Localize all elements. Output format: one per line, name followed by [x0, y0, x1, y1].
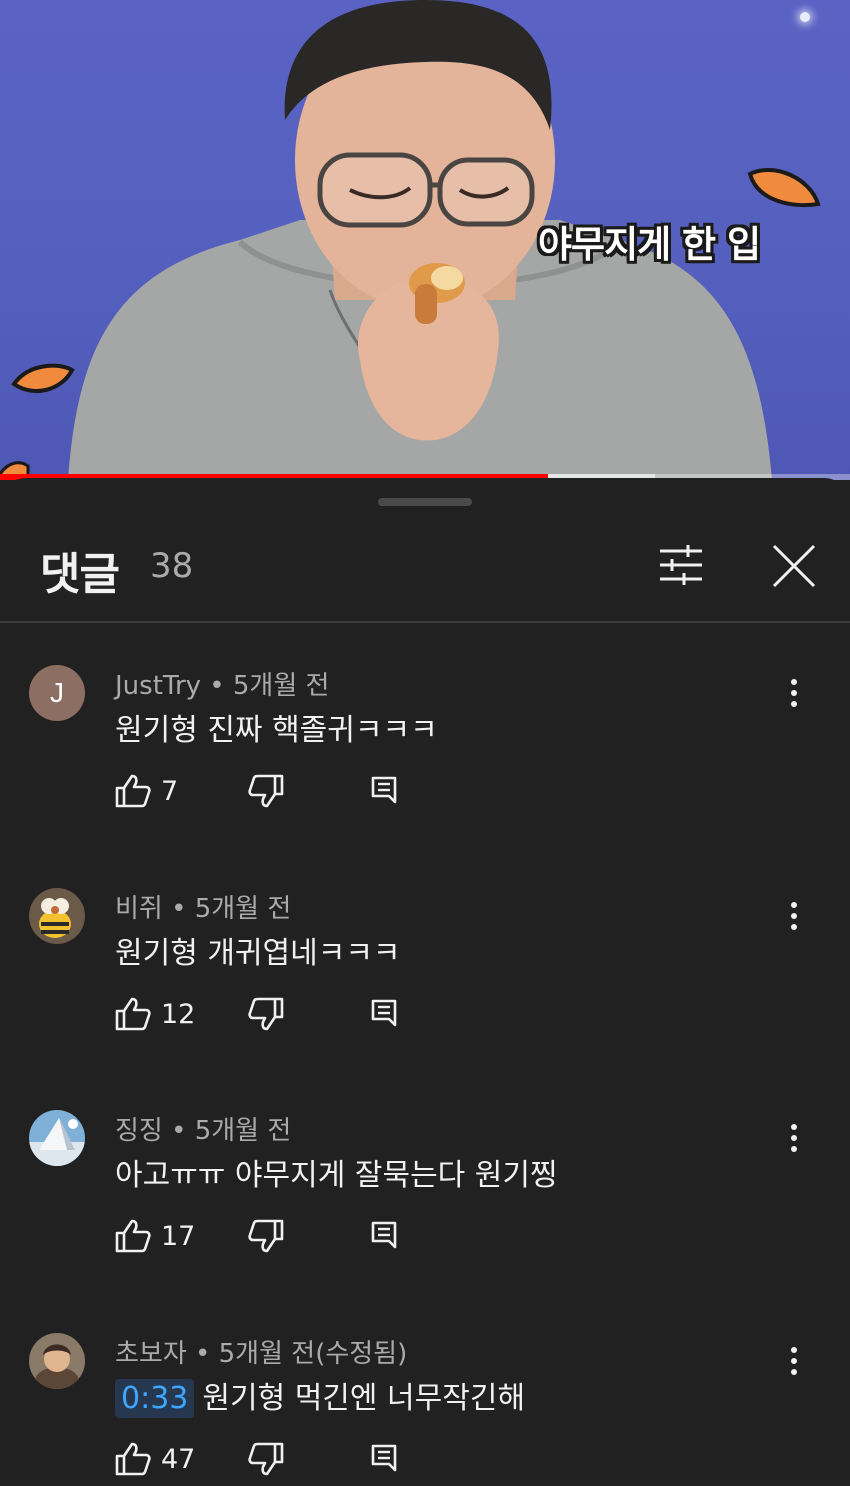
- thumbs-up-icon: [115, 1219, 151, 1253]
- reply-icon: [371, 999, 397, 1027]
- video-player[interactable]: 야무지게 한 입: [0, 0, 850, 480]
- more-vert-icon-dot: [791, 1146, 797, 1152]
- comment-author-time: 비쥐 • 5개월 전: [115, 894, 292, 924]
- reply-button[interactable]: [367, 1218, 401, 1252]
- more-vert-icon: [791, 679, 797, 685]
- comment-author-time: 초보자 • 5개월 전(수정됨): [115, 1339, 408, 1369]
- comment-body: 아고ㅠㅠ 야무지게 잘묵는다 원기찡: [115, 1158, 558, 1193]
- more-vert-icon: [791, 1347, 797, 1353]
- comments-panel: 댓글 38 J JustTry • 5개월 전 원기형 진짜 핵졸귀ㅋㅋㅋ 7 …: [0, 478, 850, 1486]
- reply-icon: [371, 776, 397, 804]
- more-options-button[interactable]: [780, 1341, 808, 1381]
- more-vert-icon-dot: [791, 701, 797, 707]
- reply-icon: [371, 1221, 397, 1249]
- more-vert-icon-dot: [791, 690, 797, 696]
- thumbs-down-icon: [248, 1442, 284, 1476]
- comment-body: 원기형 개귀엽네ㅋㅋㅋ: [115, 936, 401, 971]
- more-options-button[interactable]: [780, 673, 808, 713]
- comment-author-time: 징징 • 5개월 전: [115, 1116, 292, 1146]
- more-options-button[interactable]: [780, 1118, 808, 1158]
- more-options-button[interactable]: [780, 896, 808, 936]
- dislike-button[interactable]: [246, 1439, 286, 1479]
- comment-body: 원기형 먹긴엔 너무작긴해: [202, 1381, 526, 1416]
- reply-button[interactable]: [367, 1441, 401, 1475]
- comment-body: 원기형 진짜 핵졸귀ㅋㅋㅋ: [115, 713, 438, 748]
- more-vert-icon: [791, 1124, 797, 1130]
- like-button[interactable]: 47: [115, 1439, 195, 1479]
- comment-item: 징징 • 5개월 전 아고ㅠㅠ 야무지게 잘묵는다 원기찡 17: [0, 1110, 850, 1332]
- comment-actions: 12: [115, 994, 815, 1034]
- close-button[interactable]: [766, 538, 822, 594]
- thumbs-down-icon: [248, 997, 284, 1031]
- like-button[interactable]: 17: [115, 1216, 195, 1256]
- thumbs-down-icon: [248, 1219, 284, 1253]
- sort-filter-icon: [660, 545, 702, 585]
- reply-icon: [371, 1444, 397, 1472]
- avatar[interactable]: [29, 1110, 85, 1166]
- video-caption: 야무지게 한 입: [538, 223, 761, 266]
- dislike-button[interactable]: [246, 994, 286, 1034]
- like-count: 7: [161, 775, 179, 807]
- comment-text: 원기형 진짜 핵졸귀ㅋㅋㅋ: [115, 705, 438, 749]
- timestamp-link[interactable]: 0:33: [115, 1379, 195, 1418]
- more-vert-icon-dot: [791, 913, 797, 919]
- comment-text: 원기형 개귀엽네ㅋㅋㅋ: [115, 928, 401, 972]
- thumbs-up-icon: [115, 997, 151, 1031]
- close-icon: [772, 544, 816, 588]
- avatar-image: [29, 1110, 85, 1166]
- more-vert-icon: [791, 902, 797, 908]
- avatar[interactable]: J: [29, 665, 85, 721]
- like-count: 47: [161, 1443, 196, 1475]
- dislike-button[interactable]: [246, 1216, 286, 1256]
- comment-item: J JustTry • 5개월 전 원기형 진짜 핵졸귀ㅋㅋㅋ 7: [0, 665, 850, 887]
- avatar-image: [29, 1333, 85, 1389]
- thumbs-down-icon: [248, 774, 284, 808]
- like-count: 12: [161, 998, 196, 1030]
- comment-actions: 17: [115, 1216, 815, 1256]
- more-vert-icon-dot: [791, 924, 797, 930]
- avatar[interactable]: [29, 1333, 85, 1389]
- comments-title: 댓글: [40, 549, 120, 600]
- comment-actions: 47: [115, 1439, 815, 1479]
- reply-button[interactable]: [367, 996, 401, 1030]
- comments-header: 댓글 38: [0, 530, 850, 620]
- more-vert-icon-dot: [791, 1135, 797, 1141]
- like-button[interactable]: 7: [115, 771, 178, 811]
- thumbs-up-icon: [115, 1442, 151, 1476]
- header-divider: [0, 621, 850, 623]
- comment-item: 비쥐 • 5개월 전 원기형 개귀엽네ㅋㅋㅋ 12: [0, 888, 850, 1110]
- comment-item: 초보자 • 5개월 전(수정됨) 0:33 원기형 먹긴엔 너무작긴해 47: [0, 1333, 850, 1486]
- more-vert-icon-dot: [791, 1369, 797, 1375]
- thumbs-up-icon: [115, 774, 151, 808]
- like-count: 17: [161, 1220, 196, 1252]
- avatar-image: [29, 888, 85, 944]
- reply-button[interactable]: [367, 773, 401, 807]
- more-vert-icon-dot: [791, 1358, 797, 1364]
- comments-count: 38: [150, 546, 194, 586]
- comment-actions: 7: [115, 771, 815, 811]
- comment-text: 0:33 원기형 먹긴엔 너무작긴해: [115, 1373, 526, 1418]
- comment-author-time: JustTry • 5개월 전: [115, 671, 330, 701]
- drag-handle[interactable]: [378, 498, 472, 506]
- avatar[interactable]: [29, 888, 85, 944]
- dislike-button[interactable]: [246, 771, 286, 811]
- comment-text: 아고ㅠㅠ 야무지게 잘묵는다 원기찡: [115, 1150, 558, 1194]
- sort-filter-button[interactable]: [652, 538, 710, 592]
- like-button[interactable]: 12: [115, 994, 195, 1034]
